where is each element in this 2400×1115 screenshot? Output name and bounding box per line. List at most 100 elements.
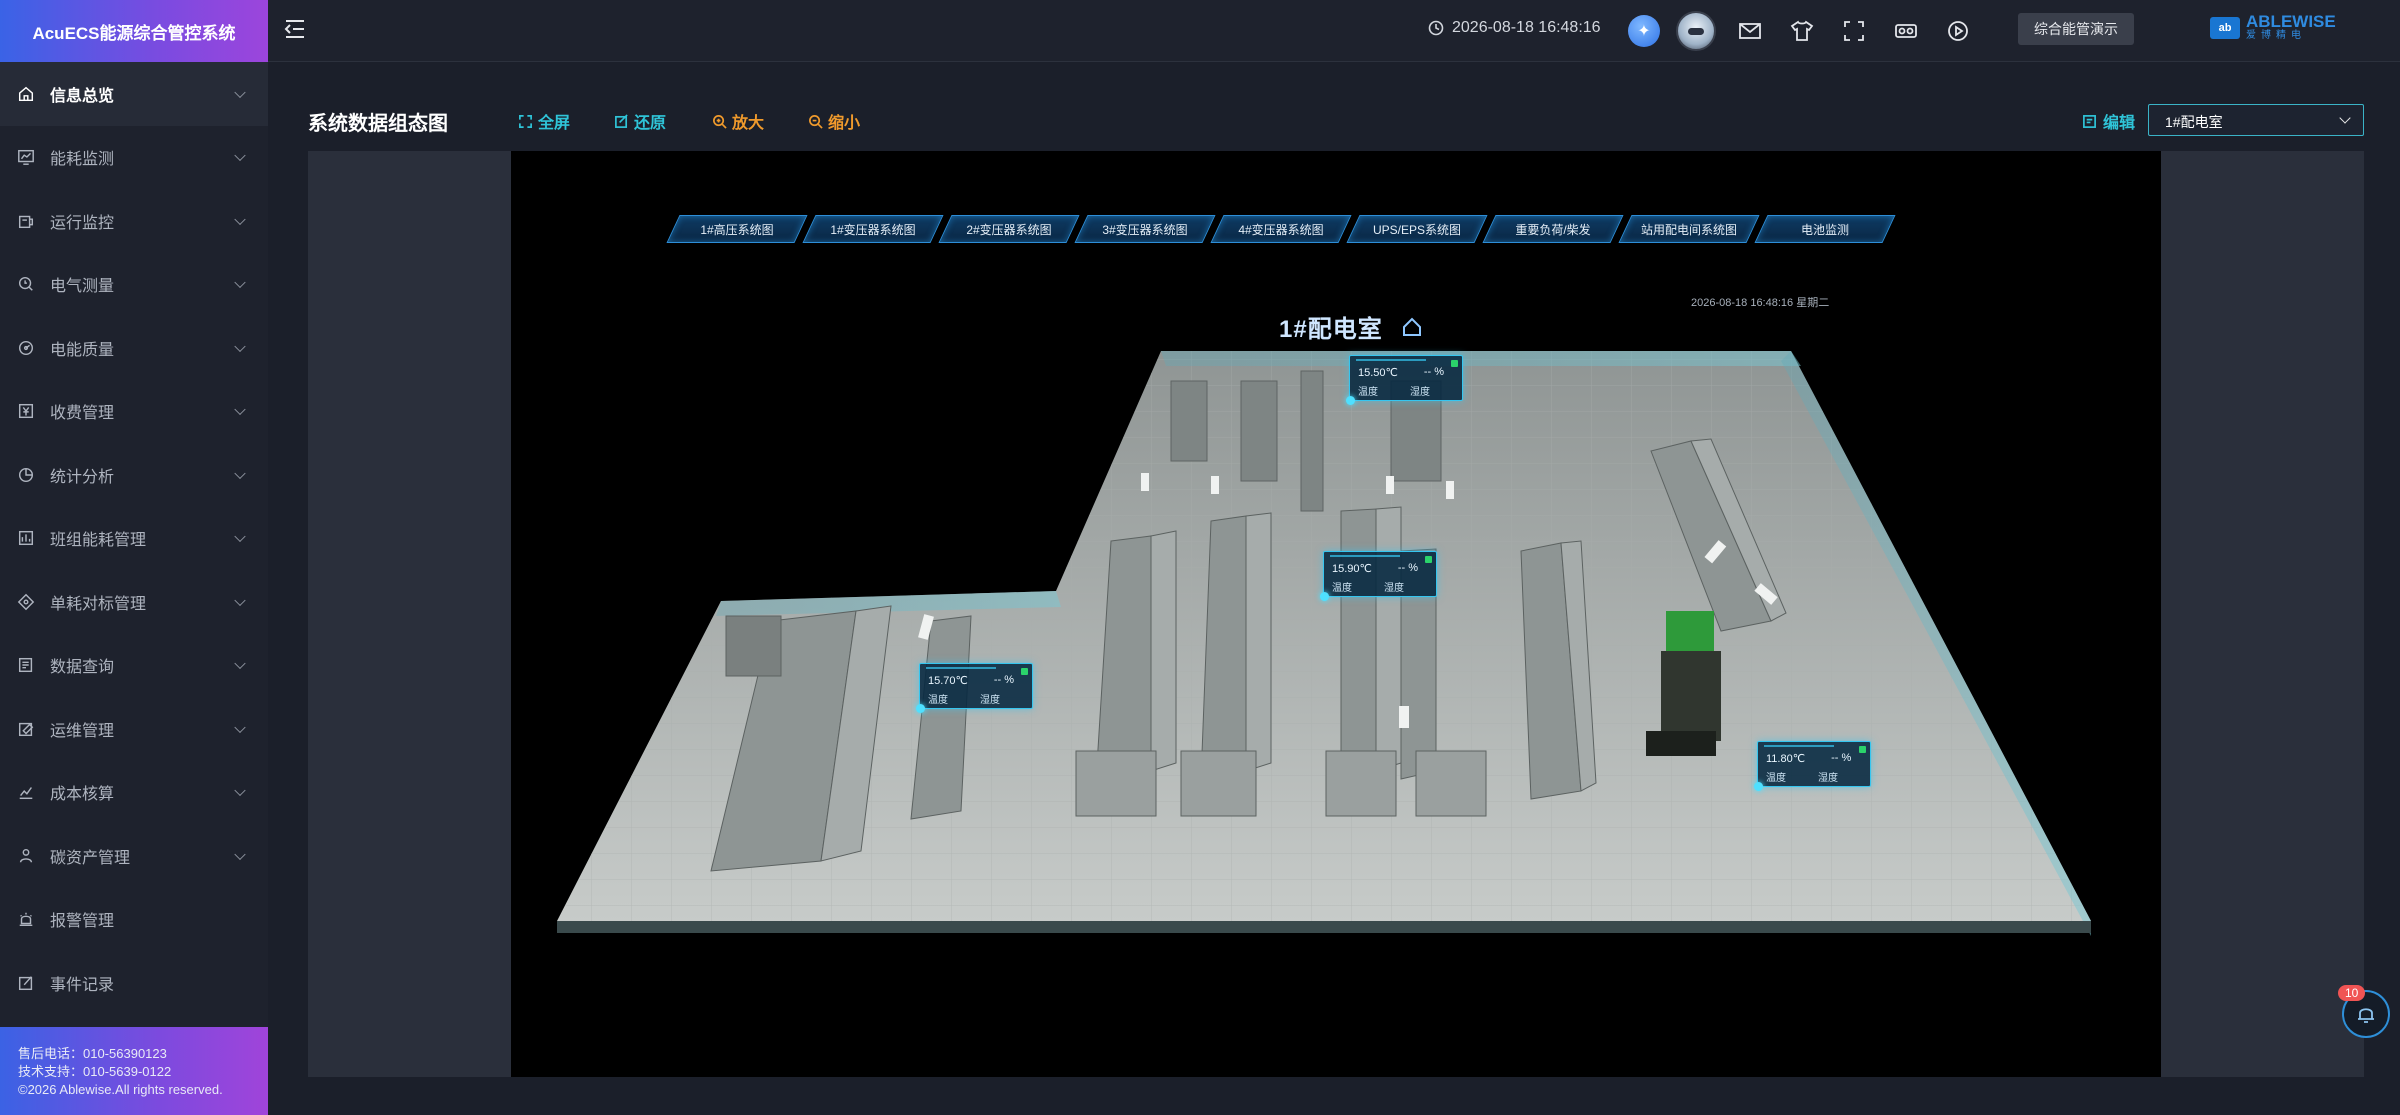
tab-hv-system[interactable]: 1#高压系统图 — [673, 215, 801, 243]
sidebar-item-label: 单耗对标管理 — [50, 595, 147, 613]
humidity-label: 湿度 — [1818, 773, 1838, 784]
monitor-chart-icon — [16, 147, 36, 167]
ai-assistant-icon[interactable]: ✦ — [1628, 15, 1660, 47]
sidebar-item-events[interactable]: 事件记录 — [0, 951, 268, 1015]
chevron-down-icon — [234, 848, 246, 860]
avatar[interactable] — [1676, 11, 1716, 51]
humidity-value: -- % — [1831, 752, 1852, 764]
sidebar-item-label: 收费管理 — [50, 405, 115, 423]
sidebar-item-info-overview[interactable]: 信息总览 — [0, 62, 268, 126]
notification-button[interactable]: 10 — [2338, 985, 2390, 1038]
logo-name: ABLEWISE — [2246, 12, 2336, 31]
temperature-label: 温度 — [928, 695, 948, 706]
chevron-down-icon — [234, 594, 246, 606]
restore-label: 还原 — [634, 115, 667, 132]
app-title: AcuECS能源综合管控系统 — [0, 0, 268, 62]
target-icon — [16, 592, 36, 612]
edit-label: 编辑 — [2103, 115, 2136, 132]
mail-icon[interactable] — [1732, 12, 1768, 50]
temperature-value: 15.70℃ — [928, 675, 968, 687]
zoom-in-label: 放大 — [732, 115, 765, 132]
topbar-icons: ✦ — [1628, 11, 1976, 51]
status-dot — [1021, 668, 1028, 675]
tab-critical-load[interactable]: 重要负荷/柴发 — [1489, 215, 1617, 243]
tab-transformer-1[interactable]: 1#变压器系统图 — [809, 215, 937, 243]
trend-icon — [16, 782, 36, 802]
room-select[interactable]: 1#配电室 — [2148, 104, 2364, 136]
sidebar-item-label: 成本核算 — [50, 786, 115, 804]
humidity-value: -- % — [1423, 366, 1445, 378]
sidebar-item-maintenance[interactable]: 运维管理 — [0, 697, 268, 761]
temperature-value: 11.80℃ — [1766, 753, 1806, 765]
shirt-icon[interactable] — [1784, 12, 1820, 50]
sidebar-item-alarm[interactable]: 报警管理 — [0, 888, 268, 952]
alarm-icon — [16, 909, 36, 929]
sidebar-item-data-query[interactable]: 数据查询 — [0, 634, 268, 698]
tab-battery-monitor[interactable]: 电池监测 — [1761, 215, 1889, 243]
home-icon[interactable] — [1401, 316, 1423, 338]
scene-datetime: 2026-08-18 16:48:16 星期二 — [1691, 297, 1830, 309]
temp-humidity-sensor[interactable]: 15.90℃ -- % 温度 湿度 — [1320, 551, 1437, 601]
sidebar-menu: 信息总览 能耗监测 运行监控 电气测量 电能质量 收费管理 统计分析 班组能耗管… — [0, 62, 268, 1015]
fullscreen-button[interactable]: 全屏 — [518, 109, 570, 133]
zoom-in-button[interactable]: 放大 — [712, 109, 764, 133]
zoom-out-icon — [809, 114, 823, 129]
sensor-pin — [1754, 782, 1763, 791]
yen-icon — [16, 401, 36, 421]
sidebar-item-label: 报警管理 — [50, 913, 115, 931]
sidebar-item-power-quality[interactable]: 电能质量 — [0, 316, 268, 380]
tab-transformer-3[interactable]: 3#变压器系统图 — [1081, 215, 1209, 243]
fullscreen-icon[interactable] — [1836, 12, 1872, 50]
restore-button[interactable]: 还原 — [614, 109, 666, 133]
tab-ups-eps[interactable]: UPS/EPS系统图 — [1353, 215, 1481, 243]
humidity-value: -- % — [993, 674, 1015, 686]
sidebar-item-carbon[interactable]: 碳资产管理 — [0, 824, 268, 888]
bell-icon — [2358, 1008, 2374, 1023]
sidebar-item-label: 数据查询 — [50, 659, 115, 677]
tech-support: 技术支持：010-5639-0122 — [18, 1064, 172, 1079]
edit-button[interactable]: 编辑 — [2082, 109, 2135, 133]
datetime-text: 2026-08-18 16:48:16 — [1452, 19, 1601, 36]
temp-humidity-sensor[interactable]: 11.80℃ -- % 温度 湿度 — [1754, 741, 1871, 791]
device-icon — [16, 211, 36, 231]
datetime-display: 2026-08-18 16:48:16 — [1428, 19, 1601, 37]
logo-mark: ab — [2210, 17, 2240, 39]
sidebar-item-team-energy[interactable]: 班组能耗管理 — [0, 507, 268, 571]
play-icon[interactable] — [1940, 12, 1976, 50]
chevron-down-icon — [234, 403, 246, 416]
sidebar-footer: 售后电话：010-56390123 技术支持：010-5639-0122 ©20… — [0, 1027, 268, 1115]
sidebar-item-run-monitor[interactable]: 运行监控 — [0, 189, 268, 253]
zoom-out-button[interactable]: 缩小 — [808, 109, 860, 133]
vr-icon[interactable] — [1888, 12, 1924, 50]
topbar: 2026-08-18 16:48:16 ✦ 综合能管演示 ab ABLEWISE… — [268, 0, 2400, 62]
chevron-down-icon — [234, 530, 246, 543]
temp-humidity-sensor[interactable]: 15.70℃ -- % 温度 湿度 — [916, 663, 1033, 713]
tab-transformer-2[interactable]: 2#变压器系统图 — [945, 215, 1073, 243]
sidebar-item-energy-monitor[interactable]: 能耗监测 — [0, 126, 268, 190]
temp-humidity-sensor[interactable]: 15.50℃ -- % 温度 湿度 — [1346, 355, 1463, 405]
tab-label: 重要负荷/柴发 — [1515, 222, 1591, 237]
sidebar-item-cost[interactable]: 成本核算 — [0, 761, 268, 825]
tab-transformer-4[interactable]: 4#变压器系统图 — [1217, 215, 1345, 243]
sidebar-item-benchmark[interactable]: 单耗对标管理 — [0, 570, 268, 634]
collapse-menu-icon[interactable] — [280, 14, 310, 44]
expand-icon — [519, 114, 532, 128]
chevron-down-icon — [234, 657, 246, 670]
sidebar-item-billing[interactable]: 收费管理 — [0, 380, 268, 444]
main-content: 系统数据组态图 全屏 还原 放大 缩小 编辑 1#配电室 1#高压系统图 1#变… — [268, 63, 2400, 1115]
sidebar-item-electric-measure[interactable]: 电气测量 — [0, 253, 268, 317]
chevron-down-icon — [234, 276, 246, 289]
status-dot — [1859, 746, 1866, 753]
diagram-panel: 1#高压系统图 1#变压器系统图 2#变压器系统图 3#变压器系统图 4#变压器… — [308, 151, 2364, 1077]
sidebar-item-statistics[interactable]: 统计分析 — [0, 443, 268, 507]
restore-icon — [615, 113, 628, 128]
chevron-down-icon — [234, 86, 246, 98]
room-select-value: 1#配电室 — [2165, 114, 2223, 130]
tab-station-distribution[interactable]: 站用配电间系统图 — [1625, 215, 1753, 243]
3d-scene[interactable]: 1#高压系统图 1#变压器系统图 2#变压器系统图 3#变压器系统图 4#变压器… — [511, 151, 2161, 1077]
sensor-pin — [1346, 396, 1355, 405]
carbon-icon — [16, 846, 36, 866]
demo-button[interactable]: 综合能管演示 — [2018, 13, 2134, 45]
sidebar-item-label: 运维管理 — [50, 722, 115, 740]
logo-subtitle: 爱博精电 — [2246, 30, 2306, 41]
